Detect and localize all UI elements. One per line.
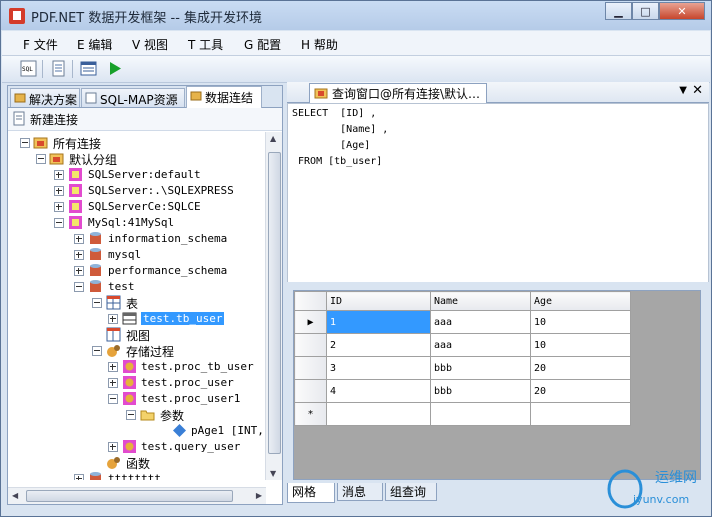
tab-data-connection[interactable]: 数据连结 <box>186 86 262 108</box>
menu-help[interactable]: H 帮助 <box>301 36 338 53</box>
splitter[interactable] <box>287 282 709 288</box>
column-header-age[interactable]: Age <box>530 291 631 311</box>
new-row[interactable]: * <box>294 402 631 426</box>
table-row[interactable]: 3 bbb 20 <box>294 356 631 380</box>
main-window: PDF.NET 数据开发框架 -- 集成开发环境 ▁ □ ✕ F 文件 E 编辑… <box>0 0 712 517</box>
right-panel: 查询窗口@所有连接\默认… ▼ ✕ SELECT [ID] , [Name] ,… <box>287 82 709 505</box>
query-window-title: 查询窗口@所有连接\默认… <box>332 87 481 101</box>
window-title: PDF.NET 数据开发框架 -- 集成开发环境 <box>31 11 263 26</box>
run-icon[interactable] <box>106 60 123 77</box>
menu-tools[interactable]: T 工具 <box>188 36 223 53</box>
connection-tree: 所有连接 默认分组 SQLServer:default SQLServer:.\… <box>8 132 266 480</box>
app-icon <box>9 8 25 24</box>
column-header-id[interactable]: ID <box>326 291 431 311</box>
new-connection-button[interactable]: 新建连接 <box>12 111 78 127</box>
title-bar: PDF.NET 数据开发框架 -- 集成开发环境 ▁ □ ✕ <box>1 1 711 30</box>
maximize-button[interactable]: □ <box>632 2 659 20</box>
close-tab-icon[interactable]: ✕ <box>692 83 703 98</box>
tab-group-query[interactable]: 组查询 <box>385 483 437 501</box>
sql-editor[interactable]: SELECT [ID] , [Name] , [Age] FROM [tb_us… <box>287 103 709 283</box>
table-row[interactable]: 4 bbb 20 <box>294 379 631 403</box>
tree-vertical-scrollbar[interactable]: ▲ ▼ <box>265 132 282 480</box>
dropdown-icon[interactable]: ▼ <box>679 85 687 96</box>
minimize-button[interactable]: ▁ <box>605 2 632 20</box>
new-connection-label: 新建连接 <box>30 113 79 127</box>
tab-sql-map[interactable]: SQL-MAP资源 <box>81 88 185 107</box>
tab-messages[interactable]: 消息 <box>337 483 383 501</box>
menu-view[interactable]: V 视图 <box>132 36 168 53</box>
tab-grid[interactable]: 网格 <box>287 483 335 503</box>
menu-edit[interactable]: E 编辑 <box>77 36 112 53</box>
sql-icon[interactable]: SQL <box>20 60 37 77</box>
results-grid[interactable]: ID Name Age ▶ 1aaa10 2aaa10 3bbb20 <box>293 290 701 480</box>
table-row[interactable]: ▶ 1 aaa 10 <box>294 310 631 334</box>
watermark: 运维网 iyunv.com <box>605 463 709 513</box>
left-panel: 解决方案 SQL-MAP资源 数据连结 新建连接 所有连接 默认分组 SQLSe… <box>7 85 283 505</box>
menu-config[interactable]: G 配置 <box>244 36 281 53</box>
tab-query-window[interactable]: 查询窗口@所有连接\默认… <box>309 83 488 104</box>
table-row[interactable]: 2 aaa 10 <box>294 333 631 357</box>
list-icon[interactable] <box>80 60 97 77</box>
svg-text:SQL: SQL <box>22 66 33 73</box>
new-doc-icon[interactable] <box>50 60 67 77</box>
toolbar: SQL <box>2 56 710 83</box>
tree-horizontal-scrollbar[interactable]: ◀ ▶ <box>8 487 266 504</box>
menu-bar: F 文件 E 编辑 V 视图 T 工具 G 配置 H 帮助 <box>2 31 710 56</box>
tab-solution[interactable]: 解决方案 <box>10 88 80 107</box>
column-header-name[interactable]: Name <box>430 291 531 311</box>
close-button[interactable]: ✕ <box>659 2 705 20</box>
menu-file[interactable]: F 文件 <box>23 36 58 53</box>
